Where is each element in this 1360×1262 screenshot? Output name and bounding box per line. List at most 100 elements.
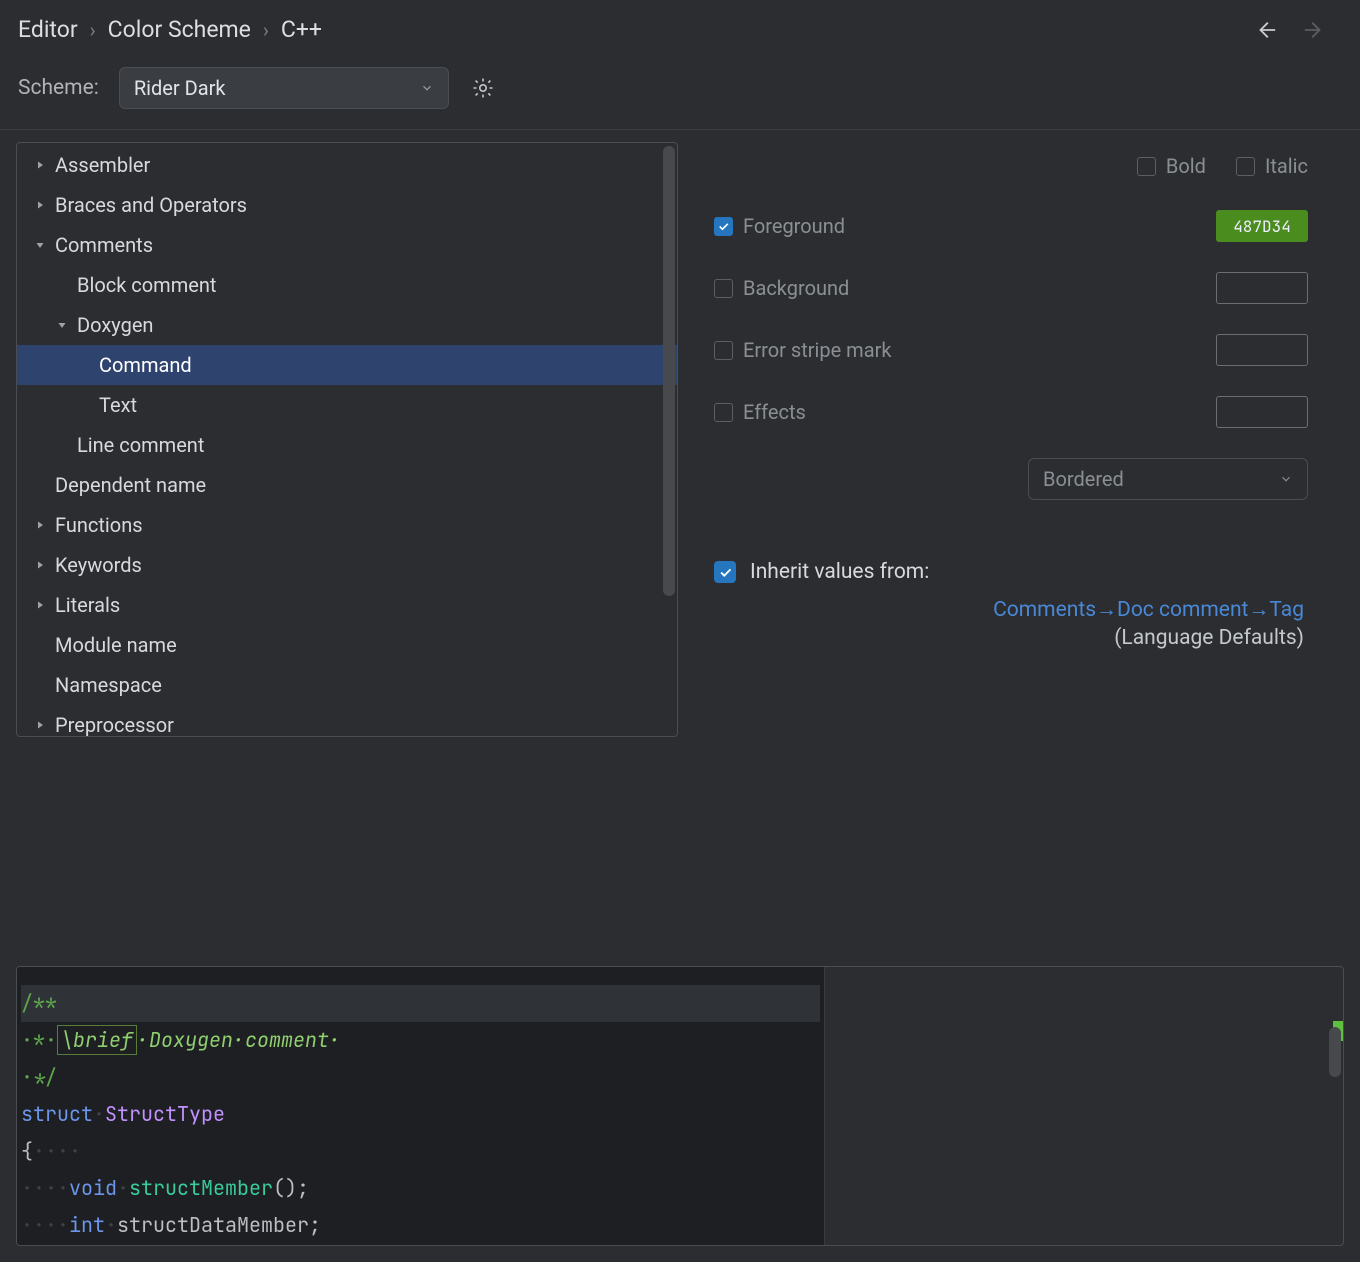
checkbox-icon xyxy=(714,403,733,422)
breadcrumb-color-scheme[interactable]: Color Scheme xyxy=(108,16,251,43)
breadcrumb-separator: › xyxy=(255,18,277,42)
scheme-selected: Rider Dark xyxy=(134,76,226,100)
inherit-checkbox[interactable]: Inherit values from: xyxy=(714,560,1308,584)
breadcrumb-separator: › xyxy=(82,18,104,42)
bold-checkbox[interactable]: Bold xyxy=(1137,154,1206,178)
expand-icon xyxy=(51,319,73,331)
tree-item[interactable]: Doxygen xyxy=(17,305,677,345)
checkbox-icon xyxy=(1236,157,1255,176)
code-marker-gutter xyxy=(825,967,1343,1245)
back-button[interactable] xyxy=(1254,18,1278,42)
code-token: { xyxy=(21,1138,33,1164)
tree-item[interactable]: Preprocessor xyxy=(17,705,677,736)
effects-dropdown[interactable]: Bordered xyxy=(1028,458,1308,500)
tree-item[interactable]: Keywords xyxy=(17,545,677,585)
category-tree[interactable]: Assembler Braces and Operators Comments Blo… xyxy=(16,142,678,737)
code-ws: ···· xyxy=(33,1138,81,1164)
tree-item[interactable]: Text xyxy=(17,385,677,425)
tree-item-label: Braces and Operators xyxy=(51,193,247,217)
error-stripe-checkbox[interactable]: Error stripe mark xyxy=(714,338,1216,362)
inherit-link[interactable]: Comments→Doc comment→Tag xyxy=(714,598,1304,622)
nav-arrows xyxy=(1254,18,1342,42)
code-ws: ···· xyxy=(21,1175,69,1201)
tree-item[interactable]: Block comment xyxy=(17,265,677,305)
tree-item-label: Module name xyxy=(51,633,177,657)
tree-item[interactable]: Literals xyxy=(17,585,677,625)
italic-label: Italic xyxy=(1265,154,1308,178)
breadcrumb-cpp[interactable]: C++ xyxy=(281,16,322,43)
tree-item-label: Literals xyxy=(51,593,120,617)
forward-button xyxy=(1302,18,1326,42)
scheme-label: Scheme: xyxy=(18,76,99,100)
tree-item-label: Comments xyxy=(51,233,153,257)
foreground-label: Foreground xyxy=(743,214,845,238)
tree-scrollbar[interactable] xyxy=(663,146,675,596)
tree-item[interactable]: Functions xyxy=(17,505,677,545)
foreground-swatch[interactable]: 487D34 xyxy=(1216,210,1308,242)
code-token: ·*/ xyxy=(21,1064,57,1090)
gear-icon[interactable] xyxy=(469,74,497,102)
settings-page: Editor › Color Scheme › C++ Scheme: Ride… xyxy=(0,0,1360,1262)
effects-option: Bordered xyxy=(1043,467,1124,491)
code-token: (); xyxy=(273,1175,309,1201)
code-token: ; xyxy=(309,1212,321,1238)
tree-item[interactable]: Namespace xyxy=(17,665,677,705)
expand-icon xyxy=(29,559,51,571)
tree-item-label: Command xyxy=(95,353,192,377)
inherit-label: Inherit values from: xyxy=(750,560,929,584)
attributes-panel: Bold Italic Foreground 487D34 xyxy=(678,142,1344,950)
effects-label: Effects xyxy=(743,400,806,424)
chevron-down-icon xyxy=(420,81,434,95)
scheme-dropdown[interactable]: Rider Dark xyxy=(119,67,449,109)
code-ws: · xyxy=(105,1212,117,1238)
tree-item[interactable]: Dependent name xyxy=(17,465,677,505)
code-preview: /** ·*·\brief·Doxygen·comment· ·*/ struc… xyxy=(16,966,1344,1246)
tree-item-label: Namespace xyxy=(51,673,162,697)
expand-icon xyxy=(29,599,51,611)
effects-checkbox[interactable]: Effects xyxy=(714,400,1216,424)
error-stripe-swatch[interactable] xyxy=(1216,334,1308,366)
chevron-down-icon xyxy=(1279,472,1293,486)
code-token: /** xyxy=(21,990,57,1016)
checkbox-icon xyxy=(714,279,733,298)
tree-item-label: Functions xyxy=(51,513,143,537)
expand-icon xyxy=(29,719,51,731)
tree-item-label: Preprocessor xyxy=(51,713,174,736)
tree-item[interactable]: Braces and Operators xyxy=(17,185,677,225)
tree-item[interactable]: Line comment xyxy=(17,425,677,465)
code-ws: · xyxy=(93,1101,105,1127)
tree-item[interactable]: Comments xyxy=(17,225,677,265)
breadcrumb-editor[interactable]: Editor xyxy=(18,16,78,43)
tree-item-label: Text xyxy=(95,393,137,417)
expand-icon xyxy=(29,519,51,531)
code-token: ·Doxygen·comment· xyxy=(137,1027,341,1053)
background-checkbox[interactable]: Background xyxy=(714,276,1216,300)
background-label: Background xyxy=(743,276,849,300)
tree-item-label: Assembler xyxy=(51,153,150,177)
expand-icon xyxy=(29,239,51,251)
checkbox-checked-icon xyxy=(714,217,733,236)
tree-item[interactable]: Module name xyxy=(17,625,677,665)
code-scrollbar[interactable] xyxy=(1329,1027,1341,1077)
breadcrumb: Editor › Color Scheme › C++ xyxy=(0,0,1360,59)
tree-item-label: Line comment xyxy=(73,433,204,457)
italic-checkbox[interactable]: Italic xyxy=(1236,154,1308,178)
checkbox-icon xyxy=(1137,157,1156,176)
code-token: int xyxy=(69,1212,105,1238)
background-swatch[interactable] xyxy=(1216,272,1308,304)
effects-swatch[interactable] xyxy=(1216,396,1308,428)
tree-item-label: Block comment xyxy=(73,273,216,297)
code-editor[interactable]: /** ·*·\brief·Doxygen·comment· ·*/ struc… xyxy=(17,967,825,1245)
tree-item[interactable]: Assembler xyxy=(17,145,677,185)
inherit-sublabel: (Language Defaults) xyxy=(714,626,1304,650)
expand-icon xyxy=(29,199,51,211)
main-split: Assembler Braces and Operators Comments Blo… xyxy=(0,130,1360,950)
foreground-checkbox[interactable]: Foreground xyxy=(714,214,1216,238)
code-token: StructType xyxy=(105,1101,225,1127)
code-ws: ···· xyxy=(21,1212,69,1238)
tree-item-label: Dependent name xyxy=(51,473,206,497)
tree-item-label: Keywords xyxy=(51,553,142,577)
tree-item[interactable]: Command xyxy=(17,345,677,385)
doxygen-command-token: \brief xyxy=(57,1025,137,1055)
code-token: ·*· xyxy=(21,1027,57,1053)
